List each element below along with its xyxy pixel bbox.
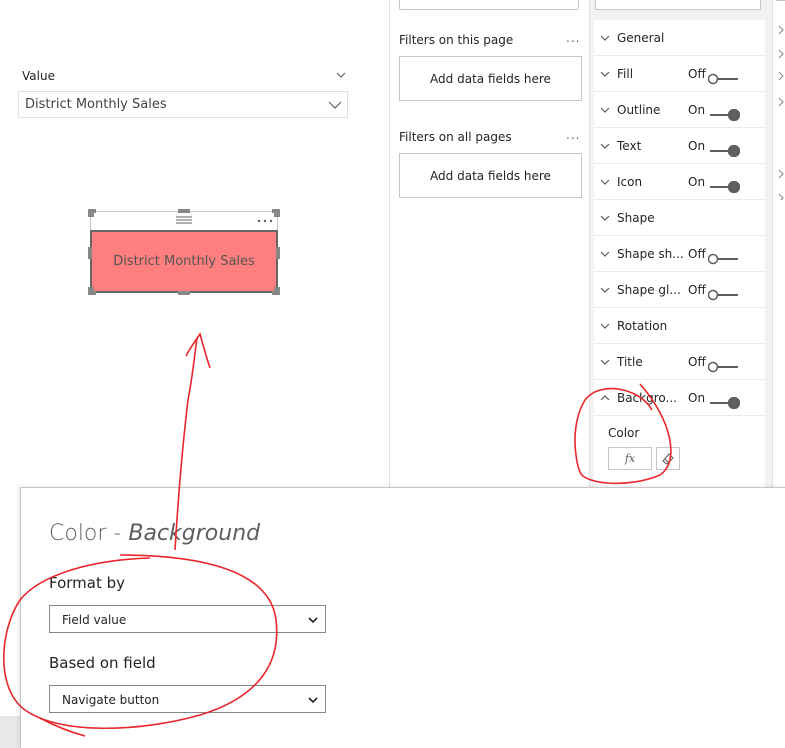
navigate-button[interactable]: District Monthly Sales [90,230,278,293]
format-card[interactable]: Backgro... On [594,380,765,416]
format-card-label: Backgro... [617,391,677,405]
chevron-down-icon [328,101,342,109]
filters-all-pages-title: Filters on all pages [399,130,512,144]
filters-pane: Filters on this page ... Add data fields… [389,0,590,488]
background-card-body: Color fx [594,416,765,488]
collapsed-pane-strip [772,0,785,488]
filters-this-page-dropzone[interactable]: Add data fields here [399,56,582,101]
format-pane: General Fill Off Outline On Text On Icon On Shape… [590,0,772,488]
chevron-down-icon[interactable] [599,32,611,44]
chevron-down-icon[interactable] [599,212,611,224]
filters-all-pages-dropzone[interactable]: Add data fields here [399,153,582,198]
toggle-switch[interactable] [708,145,740,157]
toggle-switch[interactable] [708,397,740,409]
chevron-down-icon[interactable] [599,248,611,260]
toggle-state-label: Off [688,355,706,369]
format-by-select[interactable]: Field value [49,605,326,633]
resize-handle[interactable] [88,291,96,295]
canvas-edge [0,716,20,748]
dialog-title: Color - Background [49,521,260,546]
toggle-state-label: Off [688,283,706,297]
chevron-down-icon[interactable] [599,284,611,296]
slicer-header-label: Value [22,69,55,83]
format-card-label: Text [617,139,642,153]
toggle-state-label: On [688,139,706,153]
eraser-icon[interactable] [656,447,680,470]
chevron-down-icon [308,617,318,624]
resize-handle[interactable] [272,209,280,213]
toggle-switch[interactable] [708,181,740,193]
chevron-down-icon[interactable] [599,356,611,368]
toggle-state-label: Off [688,247,706,261]
toggle-state-label: On [688,175,706,189]
format-card[interactable]: Shape sh... Off [594,236,765,272]
format-card[interactable]: General [594,20,765,56]
resize-handle[interactable] [178,209,190,213]
based-on-field-select[interactable]: Navigate button [49,685,326,713]
filters-this-page-title: Filters on this page [399,33,514,47]
slicer-selected-value: District Monthly Sales [25,97,167,112]
color-label: Color [608,426,640,440]
chevron-down-icon[interactable] [599,104,611,116]
more-options-icon[interactable]: ... [566,128,580,142]
toggle-state-label: On [688,391,706,405]
format-card-label: Shape [617,211,655,225]
format-card[interactable]: Fill Off [594,56,765,92]
chevron-down-icon[interactable] [599,176,611,188]
dialog-title-italic: Background [128,521,261,546]
toggle-state-label: Off [688,67,706,81]
toggle-switch[interactable] [708,73,740,85]
visual-header [90,211,278,230]
toggle-switch[interactable] [708,289,740,301]
slicer-dropdown[interactable]: District Monthly Sales [18,91,348,118]
based-on-field-value: Navigate button [62,693,160,707]
more-options-icon[interactable]: ... [566,31,580,45]
format-card[interactable]: Shape [594,200,765,236]
format-card-label: Shape gl... [617,283,681,297]
chevron-up-icon[interactable] [599,392,611,404]
format-by-label: Format by [49,574,126,592]
format-card[interactable]: Title Off [594,344,765,380]
format-card-label: Title [617,355,643,369]
format-card[interactable]: Icon On [594,164,765,200]
resize-handle[interactable] [272,291,280,295]
format-card-label: Fill [617,67,634,81]
button-visual[interactable]: District Monthly Sales [88,209,280,295]
chevron-down-icon[interactable] [599,140,611,152]
conditional-format-fx-button[interactable]: fx [608,447,652,470]
format-card-label: General [617,31,665,45]
format-card-label: Rotation [617,319,668,333]
format-card-label: Outline [617,103,661,117]
resize-handle[interactable] [88,247,92,259]
toggle-switch[interactable] [708,109,740,121]
chevron-down-icon[interactable] [599,320,611,332]
chevron-down-icon[interactable] [335,69,347,81]
format-card[interactable]: Shape gl... Off [594,272,765,308]
drag-handle-icon[interactable] [175,215,193,225]
format-card[interactable]: Text On [594,128,765,164]
format-card-label: Icon [617,175,643,189]
chevron-down-icon[interactable] [599,68,611,80]
format-card-label: Shape sh... [617,247,684,261]
conditional-format-dialog: Color - Background Format by Field value… [20,487,785,748]
resize-handle[interactable] [88,209,96,213]
toggle-switch[interactable] [708,361,740,373]
dialog-title-prefix: Color - [49,521,129,546]
format-search-input[interactable] [595,0,761,10]
toggle-state-label: On [688,103,706,117]
filters-search-input[interactable] [399,0,579,10]
format-card[interactable]: Outline On [594,92,765,128]
resize-handle[interactable] [276,247,280,259]
resize-handle[interactable] [178,291,190,295]
format-by-value: Field value [62,613,127,627]
annotation-arrow-head [185,332,211,369]
toggle-switch[interactable] [708,253,740,265]
based-on-field-label: Based on field [49,654,156,672]
format-card[interactable]: Rotation [594,308,765,344]
more-options-icon[interactable] [257,219,273,223]
chevron-down-icon [308,697,318,704]
